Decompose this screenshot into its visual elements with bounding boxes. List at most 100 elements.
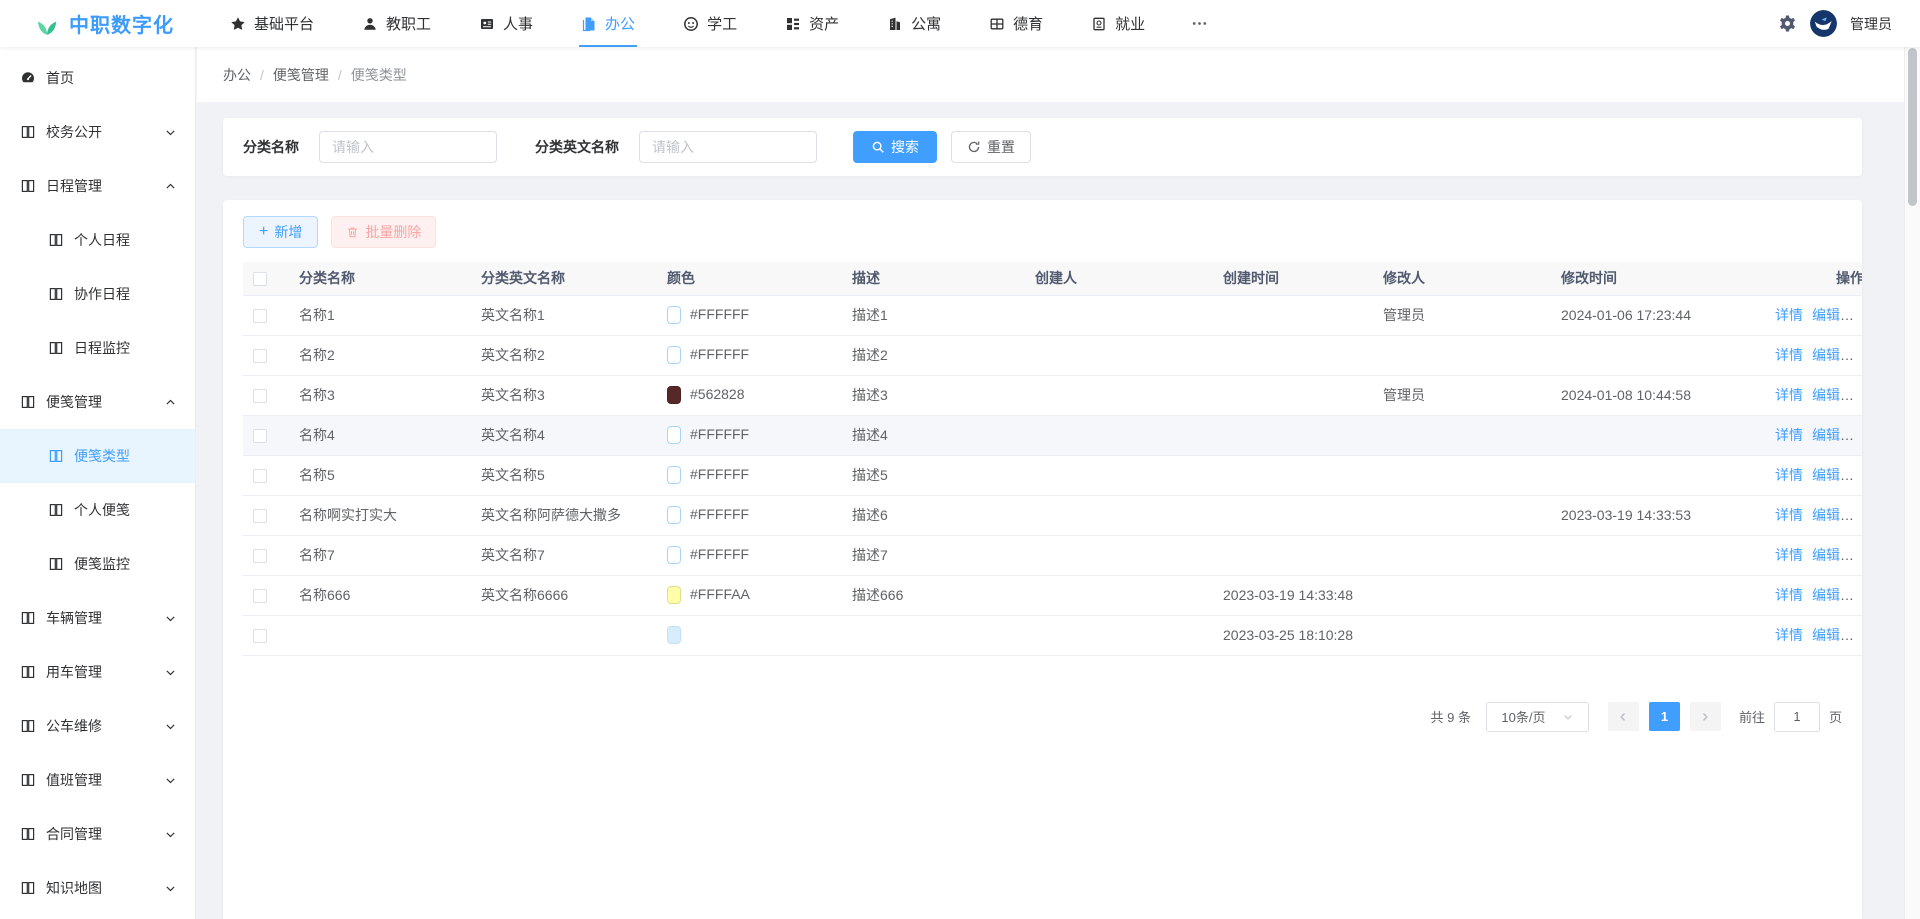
cell-description: 描述4 bbox=[842, 415, 1025, 455]
filter-en-name-input[interactable] bbox=[639, 131, 817, 163]
cell-creator bbox=[1025, 575, 1213, 615]
next-page-button[interactable] bbox=[1690, 702, 1721, 731]
sidebar-item-公车维修[interactable]: 公车维修 bbox=[0, 699, 195, 753]
sidebar-item-知识地图[interactable]: 知识地图 bbox=[0, 861, 195, 915]
page-size-select[interactable]: 10条/页 bbox=[1486, 702, 1589, 732]
sidebar-item-首页[interactable]: 首页 bbox=[0, 51, 195, 105]
current-user-name[interactable]: 管理员 bbox=[1850, 14, 1892, 34]
nav-more-button[interactable] bbox=[1169, 15, 1230, 32]
current-page-button[interactable]: 1 bbox=[1649, 702, 1680, 731]
sidebar-item-合同管理[interactable]: 合同管理 bbox=[0, 807, 195, 861]
book-icon bbox=[48, 502, 64, 518]
student-face-icon bbox=[683, 16, 699, 32]
row-checkbox[interactable] bbox=[253, 629, 267, 643]
row-checkbox[interactable] bbox=[253, 469, 267, 483]
row-checkbox[interactable] bbox=[253, 549, 267, 563]
breadcrumb-item-2[interactable]: 便笺管理 bbox=[273, 65, 329, 85]
settings-gear-icon[interactable] bbox=[1778, 14, 1797, 33]
sprout-logo-icon bbox=[34, 11, 60, 37]
cell-en-name: 英文名称阿萨德大撒多 bbox=[471, 495, 657, 535]
sidebar-item-便笺类型[interactable]: 便笺类型 bbox=[0, 429, 195, 483]
cell-name: 名称1 bbox=[289, 295, 471, 335]
app-logo[interactable]: 中职数字化 bbox=[0, 9, 176, 38]
nav-tab-7[interactable]: 公寓 bbox=[863, 0, 965, 47]
cell-actions: 详情编辑删除 bbox=[1756, 575, 1862, 615]
user-avatar[interactable] bbox=[1810, 10, 1837, 37]
prev-page-button[interactable] bbox=[1608, 702, 1639, 731]
sidebar-item-日程管理[interactable]: 日程管理 bbox=[0, 159, 195, 213]
detail-link[interactable]: 详情 bbox=[1775, 507, 1803, 523]
nav-tab-label: 就业 bbox=[1115, 13, 1145, 34]
sidebar-item-日程监控[interactable]: 日程监控 bbox=[0, 321, 195, 375]
edit-link[interactable]: 编辑 bbox=[1812, 307, 1840, 323]
batch-delete-button[interactable]: 批量删除 bbox=[331, 216, 436, 248]
cell-color bbox=[657, 615, 842, 655]
nav-tab-label: 资产 bbox=[809, 13, 839, 34]
color-hex-value: #FFFFFF bbox=[690, 506, 749, 522]
sidebar-item-个人日程[interactable]: 个人日程 bbox=[0, 213, 195, 267]
detail-link[interactable]: 详情 bbox=[1775, 347, 1803, 363]
cell-created-time bbox=[1213, 295, 1373, 335]
sidebar-item-协作日程[interactable]: 协作日程 bbox=[0, 267, 195, 321]
edit-link[interactable]: 编辑 bbox=[1812, 627, 1840, 643]
window-scrollbar[interactable] bbox=[1904, 47, 1920, 919]
nav-tab-label: 教职工 bbox=[386, 13, 431, 34]
detail-link[interactable]: 详情 bbox=[1775, 627, 1803, 643]
sidebar-item-个人便笺[interactable]: 个人便笺 bbox=[0, 483, 195, 537]
search-button[interactable]: 搜索 bbox=[853, 131, 937, 163]
color-hex-value: #FFFFFF bbox=[690, 346, 749, 362]
sidebar-item-校务公开[interactable]: 校务公开 bbox=[0, 105, 195, 159]
book-icon bbox=[48, 448, 64, 464]
edit-link[interactable]: 编辑 bbox=[1812, 587, 1840, 603]
nav-tab-6[interactable]: 资产 bbox=[761, 0, 863, 47]
select-all-checkbox[interactable] bbox=[253, 272, 267, 286]
row-checkbox[interactable] bbox=[253, 349, 267, 363]
detail-link[interactable]: 详情 bbox=[1775, 387, 1803, 403]
nav-tab-1[interactable]: 基础平台 bbox=[206, 0, 338, 47]
cell-creator bbox=[1025, 495, 1213, 535]
edit-link[interactable]: 编辑 bbox=[1812, 347, 1840, 363]
edit-link[interactable]: 编辑 bbox=[1812, 547, 1840, 563]
nav-tab-2[interactable]: 教职工 bbox=[338, 0, 455, 47]
cell-description bbox=[842, 615, 1025, 655]
color-swatch bbox=[667, 626, 681, 644]
row-checkbox[interactable] bbox=[253, 589, 267, 603]
goto-page-input[interactable] bbox=[1774, 702, 1820, 732]
cell-actions: 详情编辑删除 bbox=[1756, 335, 1862, 375]
cell-modifier bbox=[1373, 455, 1551, 495]
row-checkbox[interactable] bbox=[253, 389, 267, 403]
nav-tab-8[interactable]: 德育 bbox=[965, 0, 1067, 47]
detail-link[interactable]: 详情 bbox=[1775, 307, 1803, 323]
add-button[interactable]: + 新增 bbox=[243, 216, 318, 248]
row-checkbox[interactable] bbox=[253, 429, 267, 443]
edit-link[interactable]: 编辑 bbox=[1812, 387, 1840, 403]
book-icon bbox=[20, 394, 36, 410]
reset-button[interactable]: 重置 bbox=[951, 131, 1031, 163]
edit-link[interactable]: 编辑 bbox=[1812, 427, 1840, 443]
edit-link[interactable]: 编辑 bbox=[1812, 467, 1840, 483]
edit-link[interactable]: 编辑 bbox=[1812, 507, 1840, 523]
detail-link[interactable]: 详情 bbox=[1775, 467, 1803, 483]
sidebar-item-便笺监控[interactable]: 便笺监控 bbox=[0, 537, 195, 591]
refresh-icon bbox=[967, 140, 981, 154]
sidebar-item-值班管理[interactable]: 值班管理 bbox=[0, 753, 195, 807]
row-checkbox[interactable] bbox=[253, 509, 267, 523]
row-checkbox[interactable] bbox=[253, 309, 267, 323]
breadcrumb-item-1[interactable]: 办公 bbox=[223, 65, 251, 85]
sidebar-item-车辆管理[interactable]: 车辆管理 bbox=[0, 591, 195, 645]
detail-link[interactable]: 详情 bbox=[1775, 547, 1803, 563]
sidebar-item-便笺管理[interactable]: 便笺管理 bbox=[0, 375, 195, 429]
detail-link[interactable]: 详情 bbox=[1775, 587, 1803, 603]
filter-name-input[interactable] bbox=[319, 131, 497, 163]
chevron-down-icon bbox=[164, 126, 177, 139]
chevron-down-icon bbox=[164, 720, 177, 733]
nav-tab-9[interactable]: 就业 bbox=[1067, 0, 1169, 47]
scrollbar-thumb[interactable] bbox=[1908, 48, 1917, 206]
nav-tab-3[interactable]: 人事 bbox=[455, 0, 557, 47]
nav-tab-5[interactable]: 学工 bbox=[659, 0, 761, 47]
nav-tab-label: 基础平台 bbox=[254, 13, 314, 34]
sidebar-item-用车管理[interactable]: 用车管理 bbox=[0, 645, 195, 699]
detail-link[interactable]: 详情 bbox=[1775, 427, 1803, 443]
nav-tab-4[interactable]: 办公 bbox=[557, 0, 659, 47]
nav-tab-label: 人事 bbox=[503, 13, 533, 34]
